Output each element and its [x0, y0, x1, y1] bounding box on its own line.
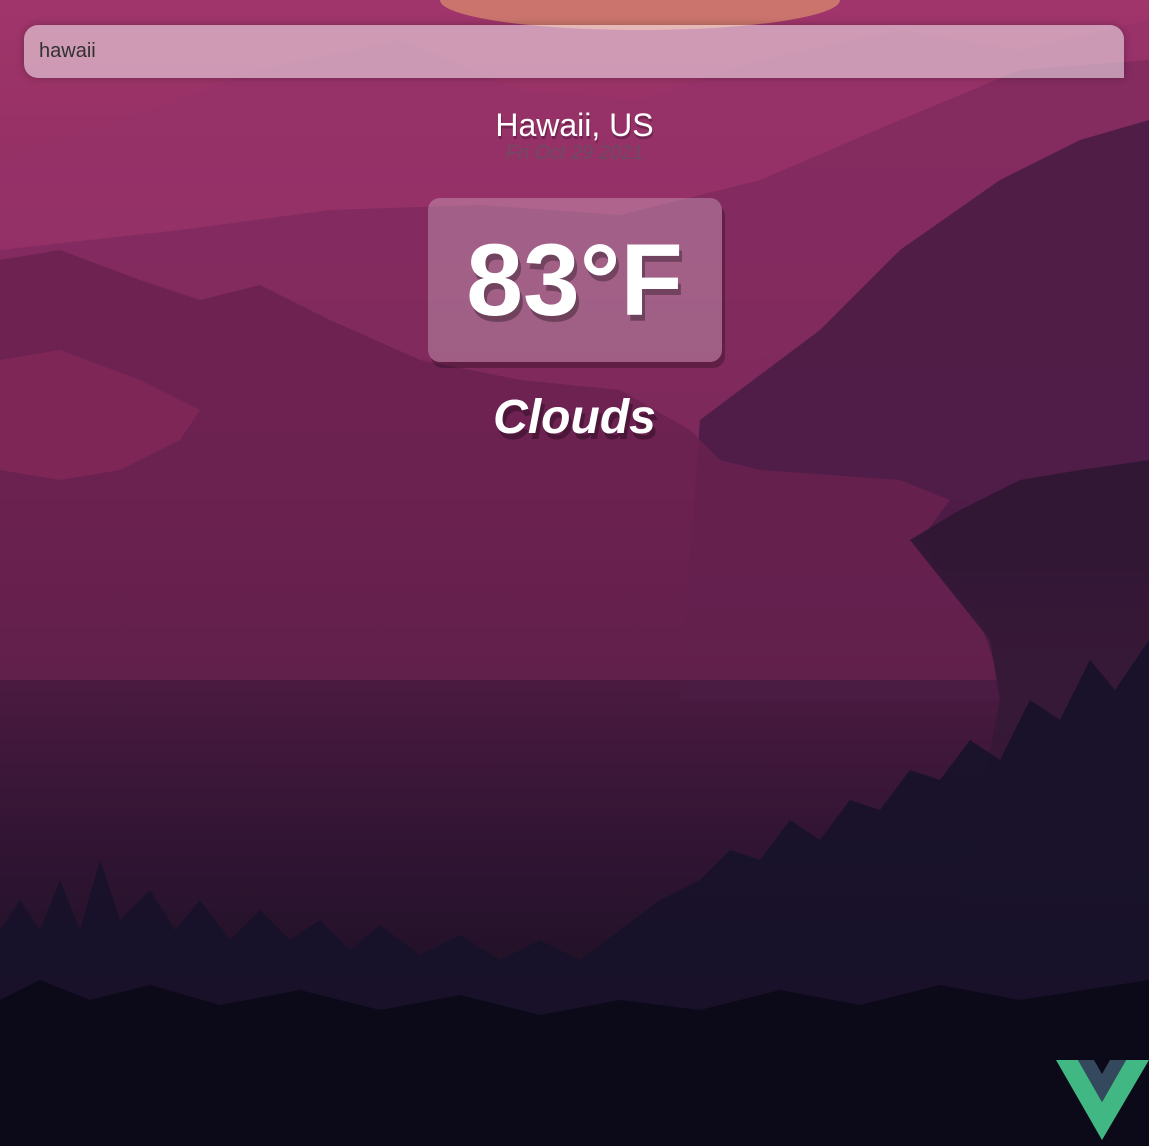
weather-box: 83°F Clouds — [0, 198, 1149, 446]
vue-logo-icon — [1056, 1060, 1149, 1140]
current-date: Fri Oct 29 2021 — [505, 142, 644, 164]
location-name: Hawaii, US — [495, 107, 654, 143]
search-box — [24, 25, 1124, 78]
search-input[interactable] — [24, 25, 1124, 78]
weather-condition: Clouds — [493, 391, 656, 444]
location-box: Hawaii, US Fri Oct 29 2021 — [0, 106, 1149, 164]
background-landscape — [0, 0, 1149, 1146]
temperature-display: 83°F — [427, 198, 722, 362]
